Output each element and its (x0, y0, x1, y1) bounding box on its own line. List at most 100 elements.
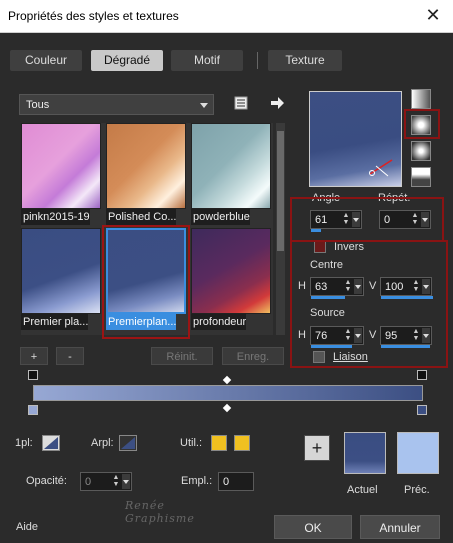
dialog-body: Couleur Dégradé Motif Texture Tous pinkn… (0, 33, 453, 543)
thumbnail-item[interactable]: pinkn2015-19 (21, 123, 101, 225)
tab-degrade[interactable]: Dégradé (91, 50, 163, 71)
thumbnail-item[interactable]: powderblue (191, 123, 271, 225)
user-color-label: Util.: (180, 437, 202, 449)
color-midpoint[interactable] (222, 403, 232, 413)
close-icon[interactable]: ✕ (423, 5, 443, 26)
center-h-level-bar (311, 296, 345, 299)
center-v-level-bar (381, 296, 433, 299)
color-stop-right[interactable] (417, 405, 427, 415)
source-label: Source (310, 307, 345, 319)
user-color-swatch-2[interactable] (234, 435, 250, 451)
source-v-value: 95 (385, 330, 398, 342)
last-plane-color-icon[interactable] (119, 435, 137, 451)
spin-updown-icon[interactable]: ▲ ▼ (410, 212, 420, 227)
sunburst-gradient-style-icon[interactable] (411, 141, 431, 161)
spin-updown-icon[interactable]: ▲ ▼ (343, 279, 353, 294)
title-bar: Propriétés des styles et textures ✕ (0, 0, 453, 33)
opacity-spinner[interactable]: 0 ▲ ▼ (80, 472, 132, 491)
opacity-value: 0 (85, 476, 92, 488)
previous-color-swatch[interactable] (397, 432, 439, 474)
radial-gradient-style-icon[interactable] (411, 167, 431, 187)
tab-couleur[interactable]: Couleur (10, 50, 82, 71)
opacity-stop-right[interactable] (417, 370, 427, 380)
center-v-value: 100 (385, 281, 404, 293)
thumbnail-image (21, 123, 101, 209)
watermark-line-1: Renée (125, 499, 165, 512)
gradient-preview[interactable] (309, 91, 402, 187)
thumbnail-image (191, 228, 271, 314)
source-v-spinner[interactable]: 95 ▲ ▼ (380, 326, 432, 348)
spin-updown-icon[interactable]: ▲ ▼ (343, 328, 353, 343)
source-v-level-bar (381, 345, 430, 348)
help-link[interactable]: Aide (16, 521, 38, 533)
center-h-value: 63 (315, 281, 328, 293)
ok-button[interactable]: OK (274, 515, 352, 539)
opacity-midpoint[interactable] (222, 375, 232, 385)
dropdown-arrow-icon[interactable] (422, 328, 430, 343)
window-title: Propriétés des styles et textures (8, 9, 179, 23)
thumbnail-item[interactable]: Premier pla... (21, 228, 101, 330)
dropdown-arrow-icon[interactable] (422, 279, 430, 294)
thumbnail-label: profondeur (191, 314, 247, 330)
linear-gradient-style-icon[interactable] (411, 89, 431, 109)
arrow-right-icon[interactable] (269, 95, 285, 111)
link-checkbox[interactable] (313, 351, 325, 363)
category-dropdown[interactable]: Tous (19, 94, 214, 115)
remove-gradient-button[interactable]: - (56, 347, 84, 365)
thumbnail-image (21, 228, 101, 314)
category-value: Tous (26, 99, 50, 111)
thumbnail-label: pinkn2015-19 (21, 209, 90, 225)
color-stop-left[interactable] (28, 405, 38, 415)
chevron-down-icon (200, 103, 208, 108)
angle-level-bar (311, 229, 321, 232)
thumbnail-image (191, 123, 271, 209)
center-h-label: H (298, 280, 306, 292)
user-color-swatch-1[interactable] (211, 435, 227, 451)
location-label: Empl.: (181, 475, 213, 487)
center-v-spinner[interactable]: 100 ▲ ▼ (380, 277, 433, 299)
tab-separator (257, 52, 258, 69)
thumbnail-scrollbar[interactable] (276, 123, 285, 335)
notebook-icon[interactable] (233, 95, 249, 111)
repeat-value: 0 (384, 214, 391, 226)
thumbnail-image (106, 123, 186, 209)
thumbnail-label: powderblue (191, 209, 250, 225)
thumbnail-item[interactable]: profondeur (191, 228, 271, 330)
center-label: Centre (310, 259, 344, 271)
save-button[interactable]: Enreg. (222, 347, 284, 365)
spin-updown-icon[interactable]: ▲ ▼ (111, 474, 121, 489)
dropdown-arrow-icon[interactable] (122, 474, 130, 489)
angle-spinner[interactable]: 61 ▲ ▼ (310, 210, 362, 232)
selection-highlight (102, 225, 190, 339)
first-plane-label: 1pl: (15, 437, 33, 449)
spin-updown-icon[interactable]: ▲ ▼ (341, 212, 351, 227)
style-selection-highlight (404, 109, 440, 139)
source-h-value: 76 (315, 330, 328, 342)
first-plane-color-icon[interactable] (42, 435, 60, 451)
tab-motif[interactable]: Motif (171, 50, 243, 71)
gradient-editor-bar[interactable] (33, 385, 423, 401)
add-color-button[interactable]: + (304, 435, 330, 461)
source-h-level-bar (311, 345, 352, 348)
angle-value: 61 (315, 214, 328, 226)
repeat-spinner[interactable]: 0 ▲ ▼ (379, 210, 431, 229)
dropdown-arrow-icon[interactable] (354, 328, 362, 343)
opacity-stop-left[interactable] (28, 370, 38, 380)
cancel-button[interactable]: Annuler (360, 515, 440, 539)
spin-updown-icon[interactable]: ▲ ▼ (411, 328, 421, 343)
center-h-spinner[interactable]: 63 ▲ ▼ (310, 277, 364, 299)
tab-texture[interactable]: Texture (268, 50, 342, 71)
add-gradient-button[interactable]: + (20, 347, 48, 365)
dropdown-arrow-icon[interactable] (421, 212, 429, 227)
spin-updown-icon[interactable]: ▲ ▼ (411, 279, 421, 294)
scrollbar-thumb[interactable] (277, 131, 284, 251)
dropdown-arrow-icon[interactable] (354, 279, 362, 294)
last-plane-label: Arpl: (91, 437, 114, 449)
thumbnail-item[interactable]: Polished Co... (106, 123, 186, 225)
reset-button[interactable]: Réinit. (151, 347, 213, 365)
location-field[interactable]: 0 (218, 472, 254, 491)
source-h-spinner[interactable]: 76 ▲ ▼ (310, 326, 364, 348)
current-label: Actuel (347, 484, 378, 496)
current-color-swatch[interactable] (344, 432, 386, 474)
dropdown-arrow-icon[interactable] (352, 212, 360, 227)
